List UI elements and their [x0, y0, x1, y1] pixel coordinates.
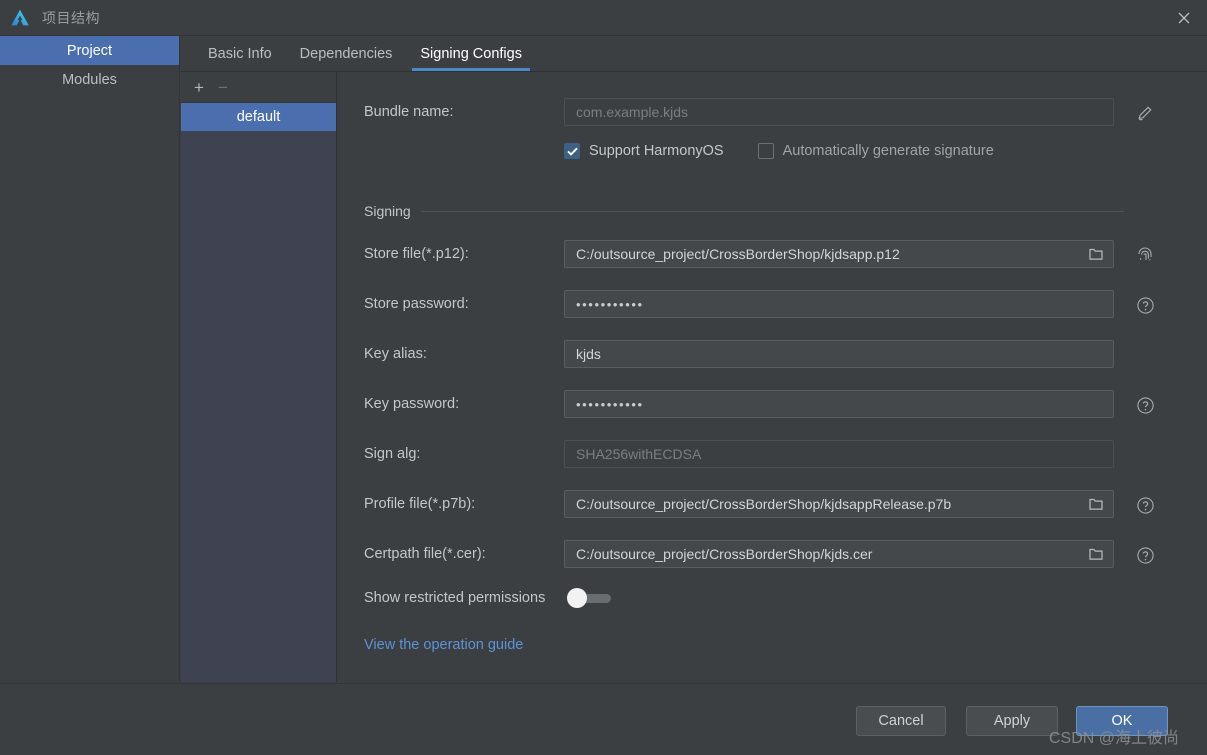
show-restricted-permissions-toggle[interactable]: [567, 588, 612, 608]
store-password-value: •••••••••••: [576, 296, 644, 312]
config-list-toolbar: + −: [181, 72, 336, 103]
signing-group-header: Signing: [364, 203, 1124, 219]
key-password-value: •••••••••••: [576, 396, 644, 412]
checkbox-box: [757, 143, 774, 159]
window-title: 项目结构: [42, 9, 100, 26]
key-password-row: Key password: •••••••••••: [364, 390, 1154, 418]
sign-alg-input: SHA256withECDSA: [564, 440, 1114, 468]
checkbox-label: Support HarmonyOS: [589, 143, 724, 159]
store-file-value: C:/outsource_project/CrossBorderShop/kjd…: [576, 246, 900, 262]
sidebar-item-label: Project: [66, 42, 113, 59]
profile-file-label: Profile file(*.p7b):: [364, 496, 476, 512]
profile-file-row: Profile file(*.p7b): C:/outsource_projec…: [364, 490, 1154, 518]
checkbox-support-harmonyos[interactable]: Support HarmonyOS: [564, 143, 724, 159]
list-item-label: default: [236, 109, 281, 125]
profile-file-input[interactable]: C:/outsource_project/CrossBorderShop/kjd…: [564, 490, 1114, 518]
tab-label: Dependencies: [299, 45, 393, 62]
tab-dependencies[interactable]: Dependencies: [286, 36, 407, 71]
help-icon[interactable]: [1134, 394, 1156, 416]
tab-label: Signing Configs: [420, 45, 522, 62]
bundle-name-input: com.example.kjds: [564, 98, 1114, 126]
store-file-row: Store file(*.p12): C:/outsource_project/…: [364, 240, 1154, 268]
dialog-footer: Cancel Apply OK: [0, 683, 1207, 755]
checkbox-auto-generate-signature[interactable]: Automatically generate signature: [757, 143, 994, 159]
help-icon[interactable]: [1134, 544, 1156, 566]
store-file-label: Store file(*.p12):: [364, 246, 469, 262]
signing-configs-form: Bundle name: com.example.kjds Support Ha…: [338, 72, 1207, 682]
key-alias-input[interactable]: kjds: [564, 340, 1114, 368]
checkbox-box: [564, 143, 580, 159]
key-alias-row: Key alias: kjds: [364, 340, 1154, 368]
close-icon[interactable]: [1161, 0, 1207, 36]
store-password-label: Store password:: [364, 296, 469, 312]
certpath-file-value: C:/outsource_project/CrossBorderShop/kjd…: [576, 546, 873, 562]
sign-alg-label: Sign alg:: [364, 446, 421, 462]
sidebar: Project Modules: [0, 36, 180, 682]
tab-signing-configs[interactable]: Signing Configs: [406, 36, 536, 71]
list-item[interactable]: default: [181, 103, 336, 131]
key-password-input[interactable]: •••••••••••: [564, 390, 1114, 418]
tab-label: Basic Info: [208, 45, 272, 62]
deveco-logo-icon: [11, 9, 29, 25]
title-bar: 项目结构: [0, 0, 1207, 36]
store-password-input[interactable]: •••••••••••: [564, 290, 1114, 318]
plus-icon[interactable]: +: [194, 79, 204, 96]
minus-icon[interactable]: −: [218, 79, 228, 96]
toggle-knob: [567, 588, 588, 608]
signing-config-list-panel: + − default: [181, 72, 337, 682]
folder-icon[interactable]: [1087, 245, 1105, 263]
store-file-input[interactable]: C:/outsource_project/CrossBorderShop/kjd…: [564, 240, 1114, 268]
project-structure-dialog: 项目结构 Project Modules Basic Info Dependen…: [0, 0, 1207, 755]
show-restricted-permissions-row: Show restricted permissions: [364, 588, 612, 608]
sidebar-item-label: Modules: [62, 71, 117, 88]
help-icon[interactable]: [1134, 294, 1156, 316]
bundle-name-row: Bundle name: com.example.kjds: [364, 98, 1154, 126]
certpath-file-label: Certpath file(*.cer):: [364, 546, 486, 562]
cancel-button[interactable]: Cancel: [856, 706, 946, 736]
show-restricted-permissions-label: Show restricted permissions: [364, 590, 546, 606]
tab-bar: Basic Info Dependencies Signing Configs: [181, 36, 1207, 72]
bundle-name-label: Bundle name:: [364, 104, 454, 120]
ok-button[interactable]: OK: [1076, 706, 1168, 736]
fingerprint-icon[interactable]: [1134, 244, 1156, 266]
sidebar-item-modules[interactable]: Modules: [0, 65, 179, 94]
pencil-icon[interactable]: [1134, 102, 1156, 124]
checkbox-label: Automatically generate signature: [782, 143, 994, 159]
options-checkbox-row: Support HarmonyOS Automatically generate…: [564, 143, 994, 159]
group-divider: [420, 210, 1124, 212]
sign-alg-row: Sign alg: SHA256withECDSA: [364, 440, 1154, 468]
key-alias-value: kjds: [576, 346, 601, 362]
help-icon[interactable]: [1134, 494, 1156, 516]
profile-file-value: C:/outsource_project/CrossBorderShop/kjd…: [576, 496, 952, 512]
certpath-file-input[interactable]: C:/outsource_project/CrossBorderShop/kjd…: [564, 540, 1114, 568]
view-operation-guide-link[interactable]: View the operation guide: [364, 637, 523, 653]
key-alias-label: Key alias:: [364, 346, 427, 362]
apply-button[interactable]: Apply: [966, 706, 1058, 736]
folder-icon[interactable]: [1087, 495, 1105, 513]
sign-alg-value: SHA256withECDSA: [576, 446, 702, 462]
sidebar-item-project[interactable]: Project: [0, 36, 179, 65]
tab-basic-info[interactable]: Basic Info: [194, 36, 286, 71]
folder-icon[interactable]: [1087, 545, 1105, 563]
store-password-row: Store password: •••••••••••: [364, 290, 1154, 318]
certpath-file-row: Certpath file(*.cer): C:/outsource_proje…: [364, 540, 1154, 568]
signing-group-title: Signing: [364, 203, 411, 219]
key-password-label: Key password:: [364, 396, 460, 412]
bundle-name-value: com.example.kjds: [576, 104, 689, 120]
